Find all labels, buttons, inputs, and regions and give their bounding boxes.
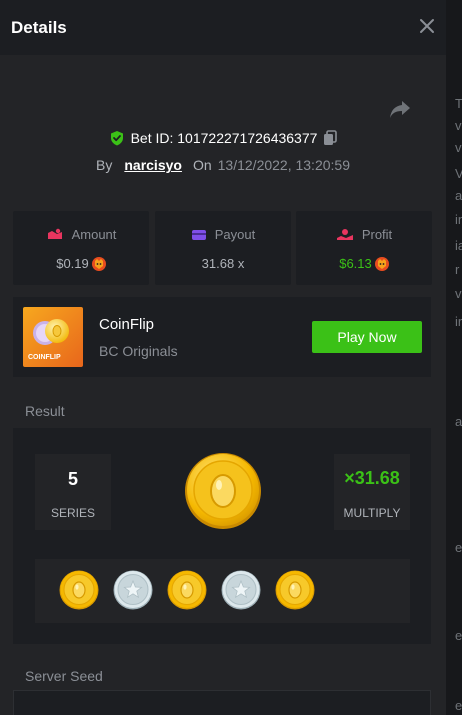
background-text-fragment: V	[455, 166, 462, 181]
game-provider: BC Originals	[99, 343, 178, 359]
multiply-card: ×31.68 MULTIPLY	[334, 454, 410, 530]
background-text-fragment: v	[455, 286, 462, 301]
server-seed-field[interactable]	[13, 690, 431, 715]
game-name[interactable]: CoinFlip	[99, 316, 154, 333]
bet-datetime: 13/12/2022, 13:20:59	[217, 157, 350, 173]
server-seed-section-title: Server Seed	[25, 668, 103, 684]
background-text-fragment: T	[455, 96, 462, 111]
payout-value: 31.68 x	[201, 256, 245, 271]
profit-card: Profit $6.13	[296, 211, 432, 285]
background-text-fragment: ia	[455, 238, 462, 253]
by-label: By	[96, 157, 113, 173]
gold-coin-icon	[59, 570, 99, 610]
on-label: On	[192, 157, 212, 173]
multiply-label: MULTIPLY	[343, 506, 401, 520]
silver-coin-icon	[221, 570, 261, 610]
background-text-fragment: e	[455, 540, 462, 555]
details-header: Details	[0, 0, 446, 55]
background-text-fragment: ir	[455, 314, 462, 329]
shield-check-icon	[110, 131, 123, 146]
result-section-title: Result	[25, 403, 65, 419]
gold-coin-icon	[275, 570, 315, 610]
background-text-fragment: a	[455, 414, 462, 429]
background-text-fragment: v	[455, 140, 462, 155]
coin-sequence	[35, 559, 410, 623]
shib-token-icon	[374, 256, 389, 271]
series-card: 5 SERIES	[35, 454, 111, 530]
background-text-fragment: in	[455, 212, 462, 227]
thumbnail-label: COINFLIP	[28, 354, 61, 361]
result-box: 5 SERIES ×31.68 MULTIPLY	[13, 428, 431, 644]
play-now-button[interactable]: Play Now	[312, 321, 422, 353]
multiply-value: ×31.68	[344, 468, 400, 488]
amount-value: $0.19	[56, 256, 89, 271]
background-text-fragment: r	[455, 262, 460, 277]
profit-label: Profit	[361, 227, 393, 242]
bet-id-text: Bet ID: 101722271726436377	[130, 130, 318, 146]
shib-token-icon	[91, 256, 106, 271]
series-value: 5	[67, 469, 78, 489]
amount-card: Amount $0.19	[13, 211, 149, 285]
username-link[interactable]: narcisyo	[124, 157, 182, 173]
background-text-fragment: e	[455, 698, 462, 713]
details-panel: Details Bet ID: 101722271726436377 By na…	[0, 0, 446, 715]
payout-icon	[191, 229, 206, 240]
gold-coin-icon	[167, 570, 207, 610]
profit-value: $6.13	[339, 256, 372, 271]
bet-id-line: Bet ID: 101722271726436377	[0, 130, 446, 146]
background-text-fragment: v	[455, 118, 462, 133]
coinflip-thumbnail[interactable]: COINFLIP	[23, 307, 83, 367]
payout-card: Payout 31.68 x	[155, 211, 291, 285]
silver-coin-icon	[113, 570, 153, 610]
series-label: SERIES	[50, 506, 95, 520]
background-text-fragment: a	[455, 188, 462, 203]
gold-coin-icon	[185, 453, 261, 529]
details-title: Details	[11, 18, 67, 37]
amount-label: Amount	[71, 227, 117, 242]
background-text-fragment: e	[455, 628, 462, 643]
profit-icon	[336, 228, 353, 240]
game-card: COINFLIP CoinFlip BC Originals Play Now	[13, 297, 431, 377]
share-icon[interactable]	[388, 98, 412, 120]
copy-icon[interactable]	[323, 130, 338, 146]
amount-icon	[47, 228, 62, 239]
payout-label: Payout	[214, 227, 256, 242]
bet-byline: By narcisyo On 13/12/2022, 13:20:59	[0, 157, 446, 173]
background-page-strip: Tv v Va in ia r v ir a e e e	[446, 0, 462, 715]
close-icon[interactable]	[418, 17, 436, 35]
